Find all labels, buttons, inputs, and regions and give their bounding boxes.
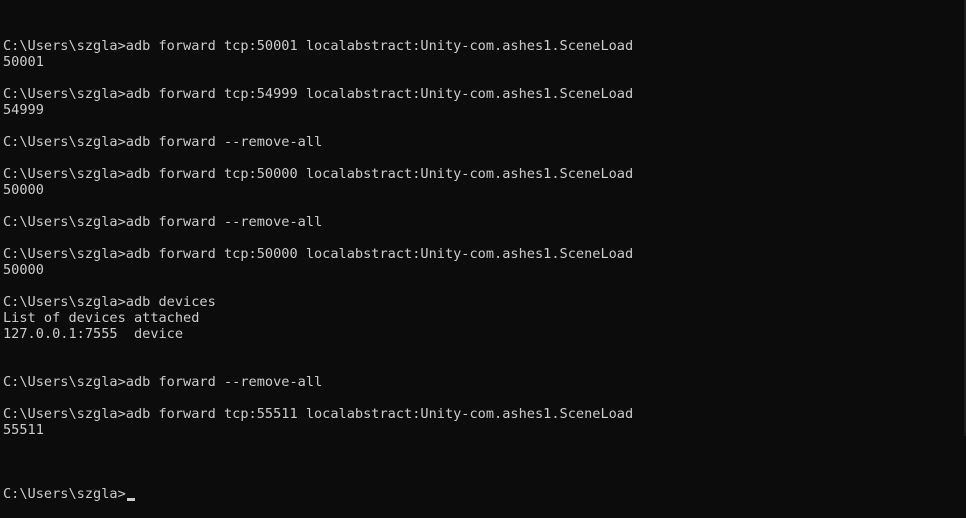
output-line: C:\Users\szgla>adb devices [3, 294, 216, 310]
terminal-output: C:\Users\szgla>adb forward tcp:50001 loc… [3, 38, 964, 454]
output-line: 54999 [3, 102, 44, 118]
output-line: C:\Users\szgla>adb forward tcp:50000 loc… [3, 246, 634, 262]
terminal-window[interactable]: C:\Users\szgla>adb forward tcp:50001 loc… [0, 0, 964, 502]
output-line: C:\Users\szgla>adb forward tcp:55511 loc… [3, 406, 634, 422]
output-line: C:\Users\szgla>adb forward tcp:50000 loc… [3, 166, 634, 182]
output-line: List of devices attached [3, 310, 200, 326]
output-line: 127.0.0.1:7555 device [3, 326, 184, 342]
prompt-line[interactable]: C:\Users\szgla> [3, 486, 964, 502]
output-line: C:\Users\szgla>adb forward --remove-all [3, 374, 323, 390]
output-line: 50001 [3, 54, 44, 70]
output-line: 50000 [3, 262, 44, 278]
output-line: C:\Users\szgla>adb forward tcp:54999 loc… [3, 86, 634, 102]
output-line: C:\Users\szgla>adb forward --remove-all [3, 134, 323, 150]
prompt-text: C:\Users\szgla> [3, 486, 126, 502]
output-line: C:\Users\szgla>adb forward --remove-all [3, 214, 323, 230]
text-cursor [126, 498, 135, 501]
output-line: C:\Users\szgla>adb forward tcp:50001 loc… [3, 38, 634, 54]
output-line: 50000 [3, 182, 44, 198]
